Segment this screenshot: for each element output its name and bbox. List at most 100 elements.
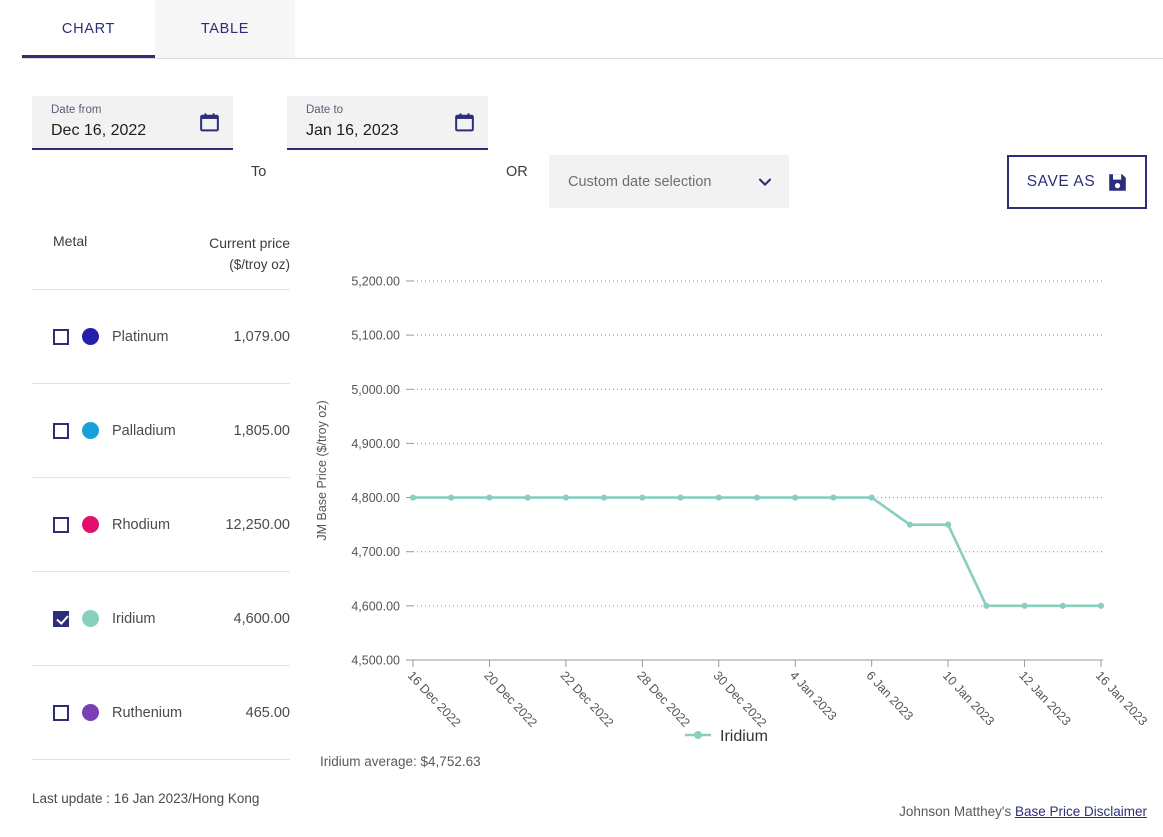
data-point[interactable] [562,494,569,501]
y-axis-tick-label: 5,100.00 [351,329,400,343]
tab-chart-label: CHART [61,21,116,37]
table-row[interactable]: Ruthenium 465.00 [32,666,290,760]
save-disk-icon [1108,173,1127,192]
calendar-icon[interactable] [200,112,219,132]
metal-name-label: Palladium [112,422,176,439]
data-point[interactable] [409,494,417,501]
filter-toolbar: Date from Dec 16, 2022 To Date to Jan 16… [0,59,1163,209]
x-axis-tick-label: 16 Dec 2022 [405,668,464,729]
date-to-label: Date to [306,104,344,116]
data-point[interactable] [830,494,837,501]
data-point[interactable] [868,494,875,501]
column-header-price-unit: ($/troy oz) [229,257,290,272]
metal-name-label: Rhodium [112,516,171,533]
metal-color-dot [82,422,99,439]
price-chart: 4,500.00 4,600.00 4,700.00 4,800.00 4,900.00… [300,200,1163,760]
metal-name-label: Platinum [112,328,169,345]
metal-color-dot [82,704,99,721]
metal-checkbox-platinum[interactable] [53,328,69,345]
metal-rows: Platinum 1,079.00 Palladium 1,805.00 Rhodium… [32,290,290,760]
data-point[interactable] [945,521,952,528]
x-axis-tick-label: 4 Jan 2023 [787,668,839,723]
metal-selection-table: Metal Current price ($/troy oz) Platinum… [32,225,290,760]
metal-name-label: Iridium [112,610,156,627]
table-row[interactable]: Platinum 1,079.00 [32,290,290,384]
or-separator-label: OR [506,164,528,180]
metal-color-dot [82,610,99,627]
legend-marker [694,731,702,739]
to-separator-label: To [251,164,267,180]
data-point[interactable] [792,494,799,501]
metal-checkbox-ruthenium[interactable] [53,704,69,721]
x-axis-tick-label: 22 Dec 2022 [558,668,617,729]
x-axis-tick-label: 6 Jan 2023 [863,668,915,723]
data-point[interactable] [715,494,722,501]
custom-date-selection-value: Custom date selection [568,173,712,190]
metal-prices-page: CHART TABLE Date from Dec 16, 2022 To Da… [0,0,1163,837]
x-axis-tick-label: 10 Jan 2023 [940,668,997,728]
base-price-disclaimer-link[interactable]: Base Price Disclaimer [1015,804,1147,819]
y-axis-tick-label: 5,200.00 [351,275,400,289]
data-point[interactable] [677,494,684,501]
tab-chart[interactable]: CHART [22,0,155,58]
save-as-label: SAVE AS [1026,173,1096,190]
y-axis-tick-label: 4,700.00 [351,545,400,559]
legend-label-iridium[interactable]: Iridium [720,728,768,745]
data-point[interactable] [1097,602,1105,609]
calendar-icon[interactable] [455,112,474,132]
last-update-text: Last update : 16 Jan 2023/Hong Kong [32,791,260,806]
table-row[interactable]: Rhodium 12,250.00 [32,478,290,572]
chart-canvas[interactable]: 4,500.00 4,600.00 4,700.00 4,800.00 4,900.00… [300,200,1163,760]
data-point[interactable] [448,494,455,501]
column-header-price: Current price ($/troy oz) [209,233,290,275]
data-point[interactable] [983,602,990,609]
disclaimer-footer: Johnson Matthey's Base Price Disclaimer [899,804,1147,819]
y-axis-tick-label: 4,900.00 [351,437,400,451]
x-axis-tick-label: 28 Dec 2022 [634,668,693,729]
metal-color-dot [82,328,99,345]
chart-average-annotation: Iridium average: $4,752.63 [320,754,481,769]
date-to-field[interactable]: Date to Jan 16, 2023 [287,96,488,150]
column-header-metal: Metal [53,233,88,249]
tab-table[interactable]: TABLE [155,0,295,58]
date-to-value: Jan 16, 2023 [306,122,399,139]
y-axis-tick-label: 4,800.00 [351,491,400,505]
data-point[interactable] [906,521,913,528]
x-axis-tick-label: 20 Dec 2022 [481,668,540,729]
data-point[interactable] [486,494,493,501]
data-point[interactable] [601,494,608,501]
x-axis-tick-label: 12 Jan 2023 [1016,668,1073,728]
metal-price-value: 465.00 [245,704,290,721]
date-from-label: Date from [51,104,102,116]
data-point[interactable] [1059,602,1066,609]
y-axis-title: JM Base Price ($/troy oz) [315,400,329,540]
tab-table-label: TABLE [200,21,250,37]
metal-checkbox-rhodium[interactable] [53,516,69,533]
table-header: Metal Current price ($/troy oz) [32,225,290,290]
metal-checkbox-palladium[interactable] [53,422,69,439]
data-point[interactable] [524,494,531,501]
y-axis-tick-label: 5,000.00 [351,383,400,397]
y-axis-tick-label: 4,500.00 [351,654,400,668]
metal-price-value: 1,079.00 [233,328,290,345]
date-from-value: Dec 16, 2022 [51,122,147,139]
tab-bar: CHART TABLE [0,0,1163,59]
x-axis-tick-label: 30 Dec 2022 [711,668,770,729]
data-point[interactable] [1021,602,1028,609]
metal-checkbox-iridium[interactable] [53,610,69,627]
x-axis-tick-label: 16 Jan 2023 [1093,668,1150,728]
data-point[interactable] [753,494,761,501]
disclaimer-prefix: Johnson Matthey's [899,804,1015,819]
metal-price-value: 1,805.00 [233,422,290,439]
metal-price-value: 4,600.00 [233,610,290,627]
table-row[interactable]: Palladium 1,805.00 [32,384,290,478]
table-row[interactable]: Iridium 4,600.00 [32,572,290,666]
date-from-field[interactable]: Date from Dec 16, 2022 [32,96,233,150]
data-point[interactable] [639,494,646,501]
metal-price-value: 12,250.00 [225,516,290,533]
chevron-down-icon [757,174,773,190]
y-axis-tick-label: 4,600.00 [351,599,400,613]
column-header-price-text: Current price [209,235,290,251]
metal-name-label: Ruthenium [112,704,183,721]
metal-color-dot [82,516,99,533]
